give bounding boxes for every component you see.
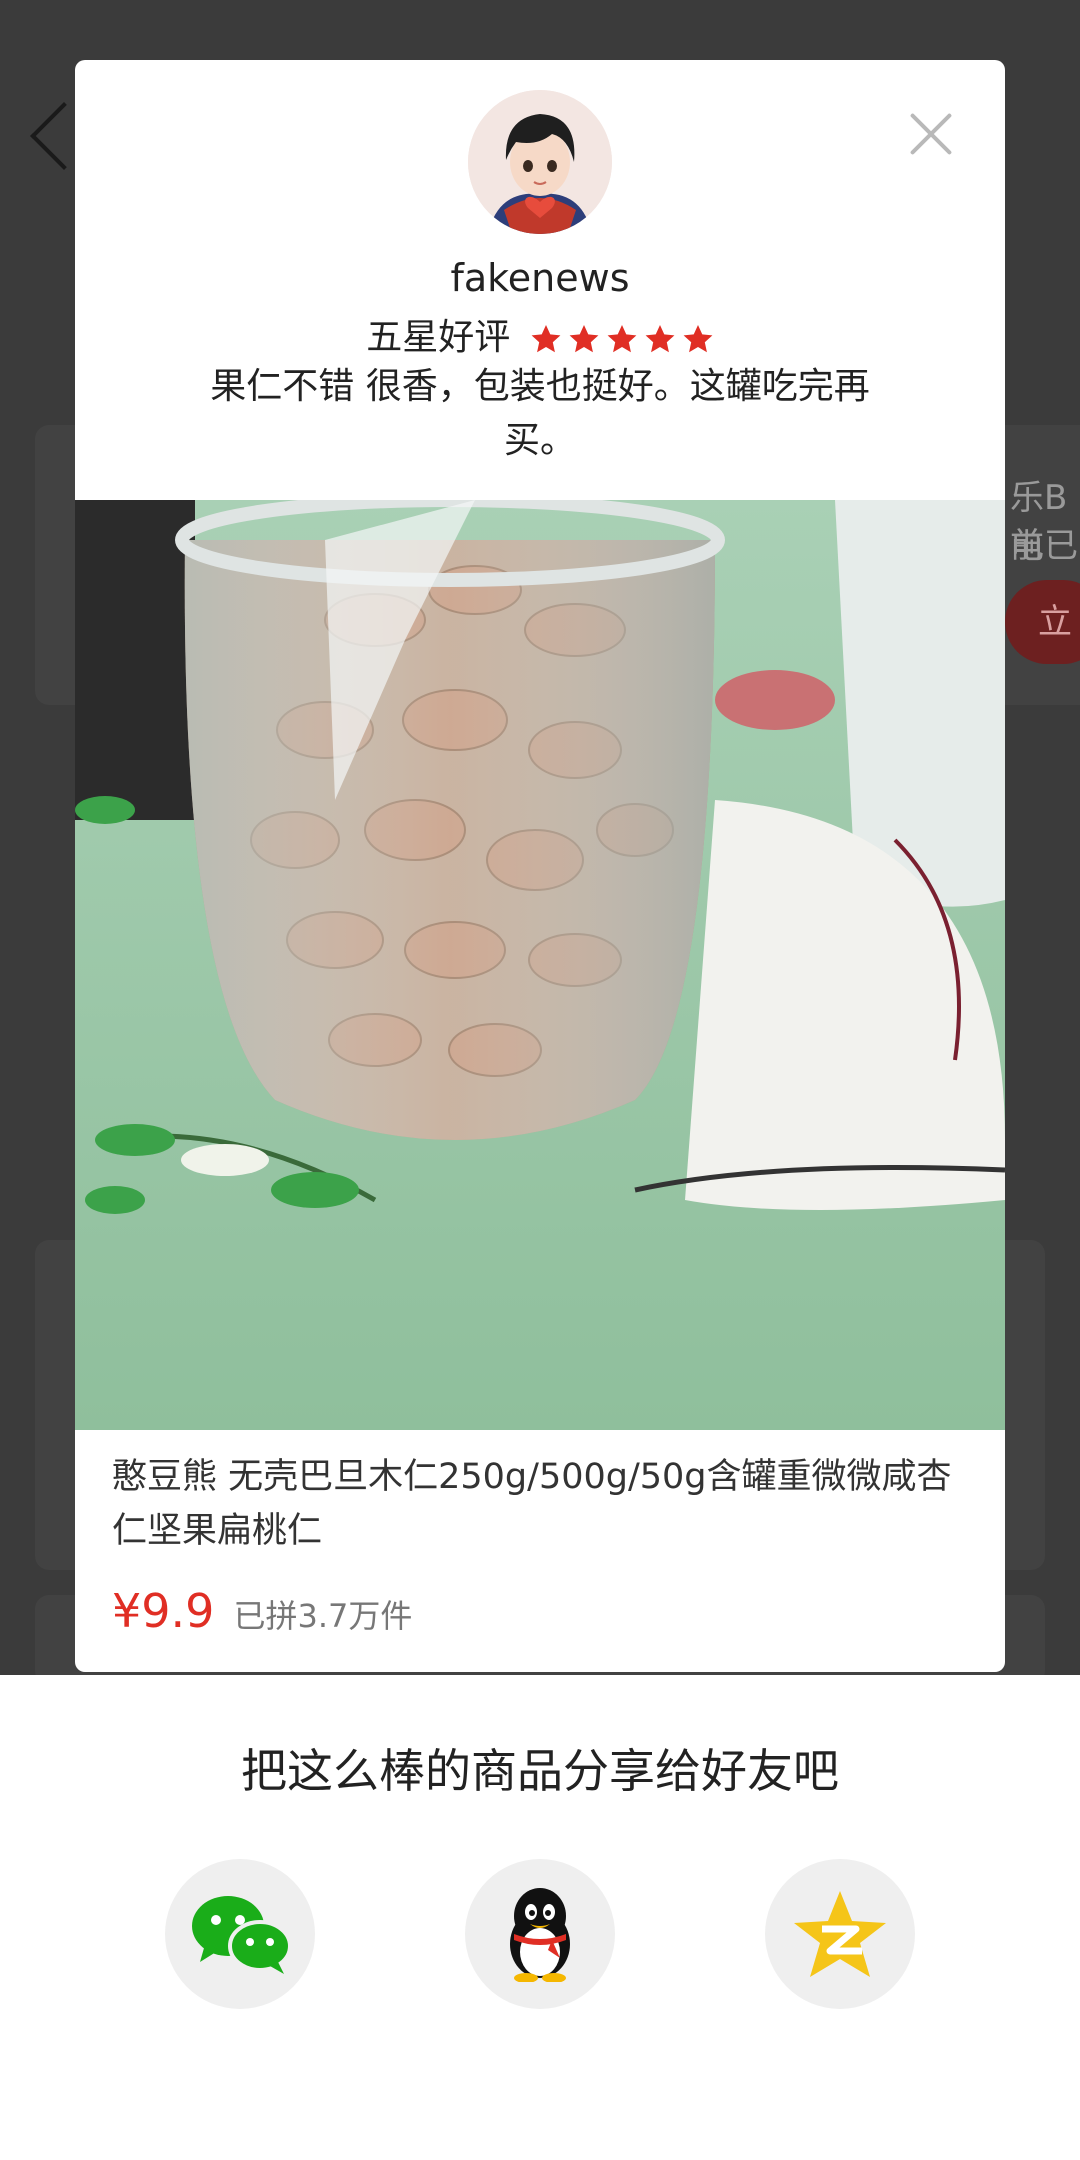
star-icon	[645, 325, 675, 353]
share-sheet: 把这么棒的商品分享给好友吧	[0, 1675, 1080, 2160]
product-title[interactable]: 憨豆熊 无壳巴旦木仁250g/500g/50g含罐重微微咸杏仁坚果扁桃仁	[112, 1450, 985, 1558]
rating-row: 五星好评	[75, 308, 1005, 360]
star-rating	[530, 323, 714, 355]
star-icon	[569, 325, 599, 353]
qq-penguin-icon	[510, 1888, 570, 1982]
star-icon	[683, 325, 713, 353]
qzone-star-icon	[794, 1891, 886, 1977]
sold-count: 已拼3.7万件	[233, 1597, 413, 1635]
close-icon[interactable]	[907, 110, 955, 158]
reviewer-name: fakenews	[450, 256, 630, 300]
review-photo[interactable]	[75, 500, 1005, 1430]
product-price: ¥9.9	[112, 1584, 215, 1638]
share-title: 把这么棒的商品分享给好友吧	[241, 1744, 839, 1798]
star-icon	[607, 325, 637, 353]
wechat-icon	[192, 1896, 290, 1974]
bg-text-2: 前已	[1010, 526, 1078, 566]
bg-buy-button: 立	[1005, 580, 1080, 664]
review-text: 果仁不错 很香，包装也挺好。这罐吃完再买。	[210, 366, 870, 461]
share-qzone-button[interactable]	[765, 1859, 915, 2009]
share-wechat-button[interactable]	[165, 1859, 315, 2009]
rating-label: 五星好评	[366, 317, 511, 358]
star-icon	[531, 325, 561, 353]
price-row: ¥9.9 已拼3.7万件	[112, 1584, 412, 1638]
review-popup: fakenews 五星好评 果仁不错 很香，包装也挺好。这罐吃完再买。 憨豆熊 …	[75, 60, 1005, 1672]
avatar	[468, 90, 612, 234]
share-qq-button[interactable]	[465, 1859, 615, 2009]
